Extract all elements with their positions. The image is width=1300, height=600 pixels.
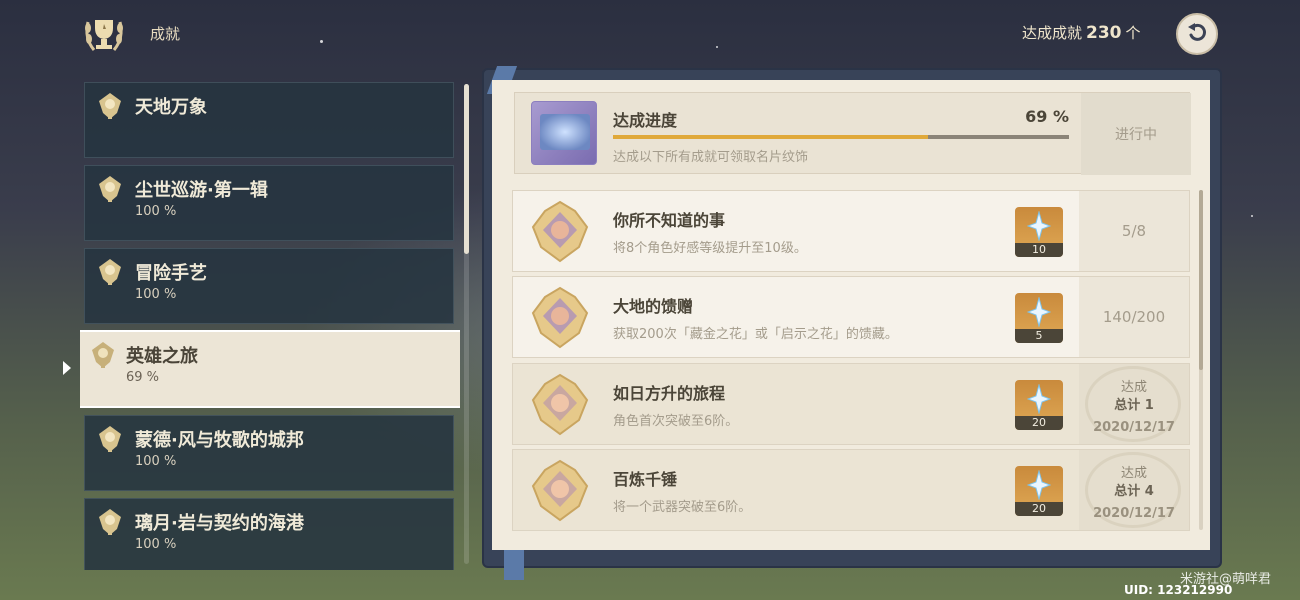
achievement-completed-stamp: 达成 总计 4 2020/12/17: [1079, 450, 1189, 530]
category-item-liyue[interactable]: 璃月·岩与契约的海港 100 %: [84, 498, 454, 570]
trophy-wreath-icon: [78, 8, 130, 60]
back-arrow-icon: [1185, 20, 1209, 48]
progress-label: 达成进度: [613, 111, 678, 130]
achievement-description: 获取200次「藏金之花」或「启示之花」的馈藏。: [613, 327, 898, 342]
progress-bar: [613, 135, 1069, 139]
achievement-description: 角色首次突破至6阶。: [613, 414, 739, 429]
achievement-medal-icon: [527, 372, 593, 438]
achievement-total-unit: 个: [1125, 24, 1141, 42]
namecard-reward-icon[interactable]: [531, 101, 597, 165]
achievement-badge-icon: [90, 340, 116, 370]
category-name: 天地万象: [135, 97, 207, 118]
category-item-yingxiongzhilv[interactable]: 英雄之旅 69 %: [80, 330, 460, 408]
achievement-title: 大地的馈赠: [613, 297, 694, 316]
reward-item[interactable]: 20: [1015, 380, 1063, 430]
achievement-completed-stamp: 达成 总计 1 2020/12/17: [1079, 364, 1189, 444]
player-uid: UID: 123212990: [1124, 583, 1233, 597]
stamp-count: 总计 4: [1114, 484, 1154, 499]
stamp-label: 达成: [1120, 380, 1147, 395]
stamp-date: 2020/12/17: [1093, 506, 1175, 521]
achievement-badge-icon: [97, 91, 123, 121]
reward-quantity: 20: [1015, 502, 1063, 516]
stamp-date: 2020/12/17: [1093, 420, 1175, 435]
primogem-icon: [1026, 296, 1052, 328]
achievement-title: 如日方升的旅程: [613, 384, 726, 403]
category-item-tiandiwanxiang[interactable]: 天地万象: [84, 82, 454, 158]
category-name: 璃月·岩与契约的海港: [135, 513, 304, 534]
category-progress-card: 达成进度 69 % 达成以下所有成就可领取名片纹饰 进行中: [514, 92, 1191, 175]
achievement-row[interactable]: 如日方升的旅程 角色首次突破至6阶。 20 达成 总计 1 2020/12/17: [512, 363, 1190, 445]
background-star: [1251, 215, 1253, 217]
achievement-medal-icon: [527, 199, 593, 265]
progress-status: 进行中: [1081, 93, 1191, 175]
reward-quantity: 10: [1015, 243, 1063, 257]
achievement-medal-icon: [527, 285, 593, 351]
achievement-scrollbar-thumb[interactable]: [1199, 190, 1203, 370]
page-title: 成就: [150, 25, 181, 43]
reward-item[interactable]: 10: [1015, 207, 1063, 257]
progress-percent: 69 %: [1025, 107, 1069, 126]
achievement-badge-icon: [97, 257, 123, 287]
category-percent: 100 %: [135, 287, 177, 302]
achievement-panel: 达成进度 69 % 达成以下所有成就可领取名片纹饰 进行中 你所不知道的事 将8…: [492, 80, 1210, 550]
achievement-badge-icon: [97, 507, 123, 537]
category-name: 英雄之旅: [126, 346, 198, 367]
achievement-title: 你所不知道的事: [613, 211, 726, 230]
category-name: 尘世巡游·第一辑: [135, 180, 268, 201]
progress-description: 达成以下所有成就可领取名片纹饰: [613, 150, 809, 165]
primogem-icon: [1026, 210, 1052, 242]
category-item-maoxianshouyi[interactable]: 冒险手艺 100 %: [84, 248, 454, 324]
achievement-description: 将一个武器突破至6阶。: [613, 500, 752, 515]
primogem-icon: [1026, 469, 1052, 501]
category-percent: 100 %: [135, 204, 177, 219]
progress-bar-fill: [613, 135, 928, 139]
active-category-pointer-icon: [63, 361, 71, 375]
background-star: [716, 46, 718, 48]
background-star: [320, 40, 323, 43]
achievement-badge-icon: [97, 424, 123, 454]
bookmark-ribbon: [504, 550, 524, 580]
reward-quantity: 5: [1015, 329, 1063, 343]
category-percent: 100 %: [135, 537, 177, 552]
achievement-total: 达成成就 230 个: [1022, 22, 1141, 43]
achievement-total-label: 达成成就: [1022, 24, 1083, 42]
achievement-progress: 140/200: [1079, 277, 1189, 357]
achievement-medal-icon: [527, 458, 593, 524]
category-item-chenshixunyou[interactable]: 尘世巡游·第一辑 100 %: [84, 165, 454, 241]
category-list: 天地万象 尘世巡游·第一辑 100 % 冒险手艺 100 % 英雄之旅 69 %…: [80, 80, 460, 570]
achievement-description: 将8个角色好感等级提升至10级。: [613, 241, 807, 256]
achievement-row[interactable]: 你所不知道的事 将8个角色好感等级提升至10级。 10 5/8: [512, 190, 1190, 272]
stamp-count: 总计 1: [1114, 398, 1154, 413]
achievement-title: 百炼千锤: [613, 470, 678, 489]
category-scrollbar-thumb[interactable]: [464, 84, 469, 254]
achievement-badge-icon: [97, 174, 123, 204]
category-item-mengde[interactable]: 蒙德·风与牧歌的城邦 100 %: [84, 415, 454, 491]
reward-item[interactable]: 20: [1015, 466, 1063, 516]
back-button[interactable]: [1176, 13, 1218, 55]
category-percent: 100 %: [135, 454, 177, 469]
reward-item[interactable]: 5: [1015, 293, 1063, 343]
achievement-progress: 5/8: [1079, 191, 1189, 271]
reward-quantity: 20: [1015, 416, 1063, 430]
primogem-icon: [1026, 383, 1052, 415]
achievement-total-value: 230: [1086, 23, 1122, 43]
category-percent: 69 %: [126, 370, 160, 385]
category-name: 冒险手艺: [135, 263, 207, 284]
achievement-row[interactable]: 大地的馈赠 获取200次「藏金之花」或「启示之花」的馈藏。 5 140/200: [512, 276, 1190, 358]
stamp-label: 达成: [1120, 466, 1147, 481]
category-name: 蒙德·风与牧歌的城邦: [135, 430, 304, 451]
achievement-row[interactable]: 百炼千锤 将一个武器突破至6阶。 20 达成 总计 4 2020/12/17: [512, 449, 1190, 531]
